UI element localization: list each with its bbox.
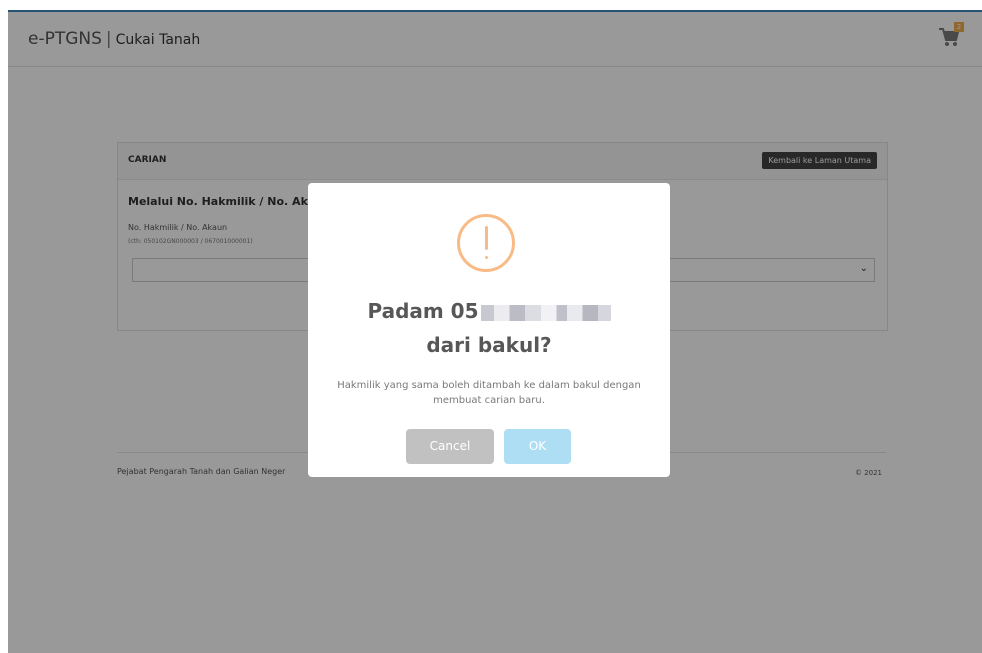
dialog-title-suffix: dari bakul?: [426, 333, 552, 357]
redacted-number: [480, 304, 611, 321]
warning-icon: [457, 214, 515, 272]
dialog-title: Padam 05: [308, 299, 670, 323]
cancel-button[interactable]: Cancel: [406, 429, 494, 464]
confirm-dialog: Padam 05 dari bakul? Hakmilik yang sama …: [308, 183, 670, 477]
warning-icon-bar: [485, 226, 488, 250]
dialog-title-prefix: Padam 05: [367, 299, 479, 323]
ok-button[interactable]: OK: [504, 429, 571, 464]
dialog-message: Hakmilik yang sama boleh ditambah ke dal…: [337, 380, 641, 406]
warning-icon-dot: [485, 256, 488, 259]
